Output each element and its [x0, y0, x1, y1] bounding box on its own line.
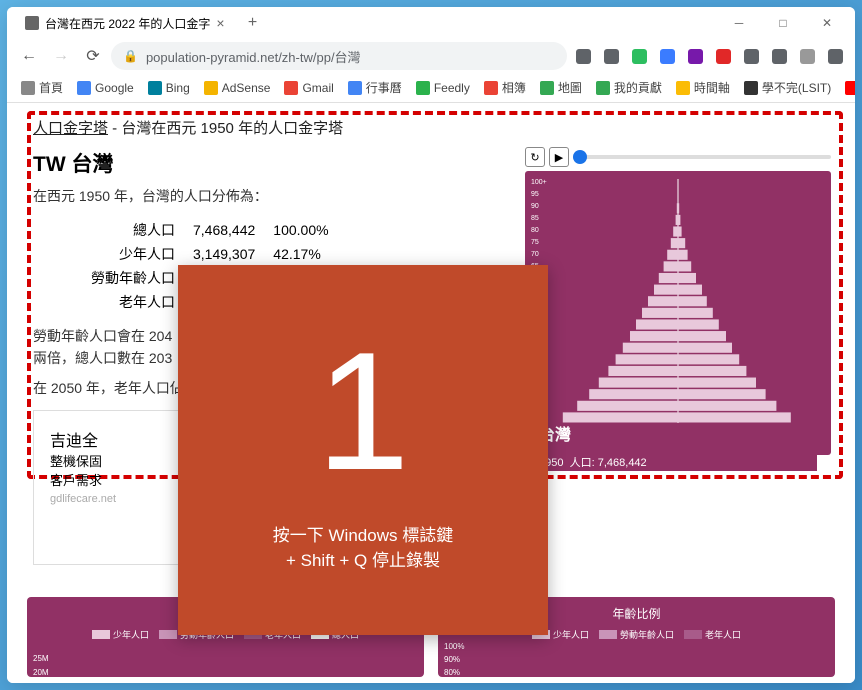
- bookmark-icon: [845, 81, 855, 95]
- bookmark-icon: [284, 81, 298, 95]
- reset-button[interactable]: ↻: [525, 147, 545, 167]
- onenote-icon[interactable]: [683, 44, 707, 68]
- nav-toolbar: ← → ⟳ 🔒 population-pyramid.net/zh-tw/pp/…: [7, 39, 855, 73]
- menu-icon[interactable]: [823, 44, 847, 68]
- axis-tick: 100+: [531, 179, 547, 186]
- page-content: 人口金字塔 - 台灣在西元 1950 年的人口金字塔 TW 台灣 在西元 195…: [7, 103, 855, 683]
- forward-button[interactable]: →: [47, 42, 75, 70]
- axis-tick: 90: [531, 203, 539, 210]
- bookmark-item[interactable]: Google: [71, 78, 140, 98]
- reload-button[interactable]: ⟳: [79, 42, 107, 70]
- puzzle-icon[interactable]: [739, 44, 763, 68]
- titlebar: 台灣在西元 2022 年的人口金字 × + ─ □ ✕: [7, 7, 855, 39]
- back-button[interactable]: ←: [15, 42, 43, 70]
- bookmarks-bar: 首頁GoogleBingAdSenseGmail行事曆Feedly相簿地圖我的貢…: [7, 73, 855, 103]
- bookmark-item[interactable]: Feedly: [410, 78, 476, 98]
- bookmark-item[interactable]: 我的貢獻: [590, 76, 668, 99]
- year-slider[interactable]: [573, 155, 831, 159]
- bookmark-icon: [21, 81, 35, 95]
- legend-item: 老年人口: [684, 628, 741, 641]
- bookmark-icon: [148, 81, 162, 95]
- bookmark-icon: [204, 81, 218, 95]
- bookmark-item[interactable]: 地圖: [534, 76, 588, 99]
- browser-tab[interactable]: 台灣在西元 2022 年的人口金字 ×: [15, 11, 235, 36]
- close-window-button[interactable]: ✕: [807, 9, 847, 37]
- more-icon[interactable]: [767, 44, 791, 68]
- bookmark-icon: [596, 81, 610, 95]
- axis-tick: 85: [531, 215, 539, 222]
- bookmark-icon: [484, 81, 498, 95]
- axis-tick: 95: [531, 191, 539, 198]
- pyramid-bars: [551, 179, 805, 423]
- lock-icon: 🔒: [123, 49, 138, 63]
- flipboard-icon[interactable]: [711, 44, 735, 68]
- share-icon[interactable]: [571, 44, 595, 68]
- browser-window: 台灣在西元 2022 年的人口金字 × + ─ □ ✕ ← → ⟳ 🔒 popu…: [7, 7, 855, 683]
- address-bar[interactable]: 🔒 population-pyramid.net/zh-tw/pp/台灣: [111, 42, 567, 70]
- countdown-number: 1: [316, 327, 409, 495]
- pyramid-controls: ↻ ▶: [525, 147, 831, 167]
- bookmark-icon: [348, 81, 362, 95]
- pyramid-chart: 100+959085807570656055504540353025201510…: [525, 171, 831, 455]
- tab-title: 台灣在西元 2022 年的人口金字: [45, 15, 210, 32]
- maximize-button[interactable]: □: [763, 9, 803, 37]
- star-icon[interactable]: [599, 44, 623, 68]
- pyramid-subtitle: 1950 人口: 7,468,442: [539, 453, 817, 471]
- slider-thumb[interactable]: [573, 150, 587, 164]
- bookmark-item[interactable]: Gmail: [278, 78, 339, 98]
- bookmark-icon: [676, 81, 690, 95]
- pyramid-widget: ↻ ▶ 100+95908580757065605550454035302520…: [525, 147, 831, 455]
- window-controls: ─ □ ✕: [719, 9, 847, 37]
- bookmark-icon: [540, 81, 554, 95]
- overlay-hint: 按一下 Windows 標誌鍵+ Shift + Q 停止錄製: [273, 523, 453, 574]
- bookmark-icon: [416, 81, 430, 95]
- recording-overlay: 1 按一下 Windows 標誌鍵+ Shift + Q 停止錄製: [178, 265, 548, 635]
- bookmark-icon: [77, 81, 91, 95]
- bookmark-item[interactable]: Bing: [142, 78, 196, 98]
- axis-tick: 80: [531, 227, 539, 234]
- evernote-icon[interactable]: [627, 44, 651, 68]
- avatar-icon[interactable]: [795, 44, 819, 68]
- bookmark-icon: [744, 81, 758, 95]
- bookmark-item[interactable]: 首頁: [15, 76, 69, 99]
- bookmark-item[interactable]: 時間軸: [670, 76, 736, 99]
- bookmark-item[interactable]: AdSense: [198, 78, 277, 98]
- favicon-icon: [25, 16, 39, 30]
- bookmark-item[interactable]: 學不完(LSIT): [738, 76, 837, 99]
- bookmark-item[interactable]: 相簿: [478, 76, 532, 99]
- legend-item: 勞動年齡人口: [599, 628, 674, 641]
- toolbar-extensions: [571, 44, 847, 68]
- close-tab-icon[interactable]: ×: [216, 15, 224, 31]
- ext1-icon[interactable]: [655, 44, 679, 68]
- minimize-button[interactable]: ─: [719, 9, 759, 37]
- axis-tick: 75: [531, 239, 539, 246]
- axis-tick: 70: [531, 251, 539, 258]
- play-button[interactable]: ▶: [549, 147, 569, 167]
- legend-item: 少年人口: [92, 628, 149, 641]
- url-text: population-pyramid.net/zh-tw/pp/台灣: [146, 47, 361, 66]
- new-tab-button[interactable]: +: [241, 11, 265, 35]
- bookmark-item[interactable]: YouTube: [839, 78, 855, 98]
- bookmark-item[interactable]: 行事曆: [342, 76, 408, 99]
